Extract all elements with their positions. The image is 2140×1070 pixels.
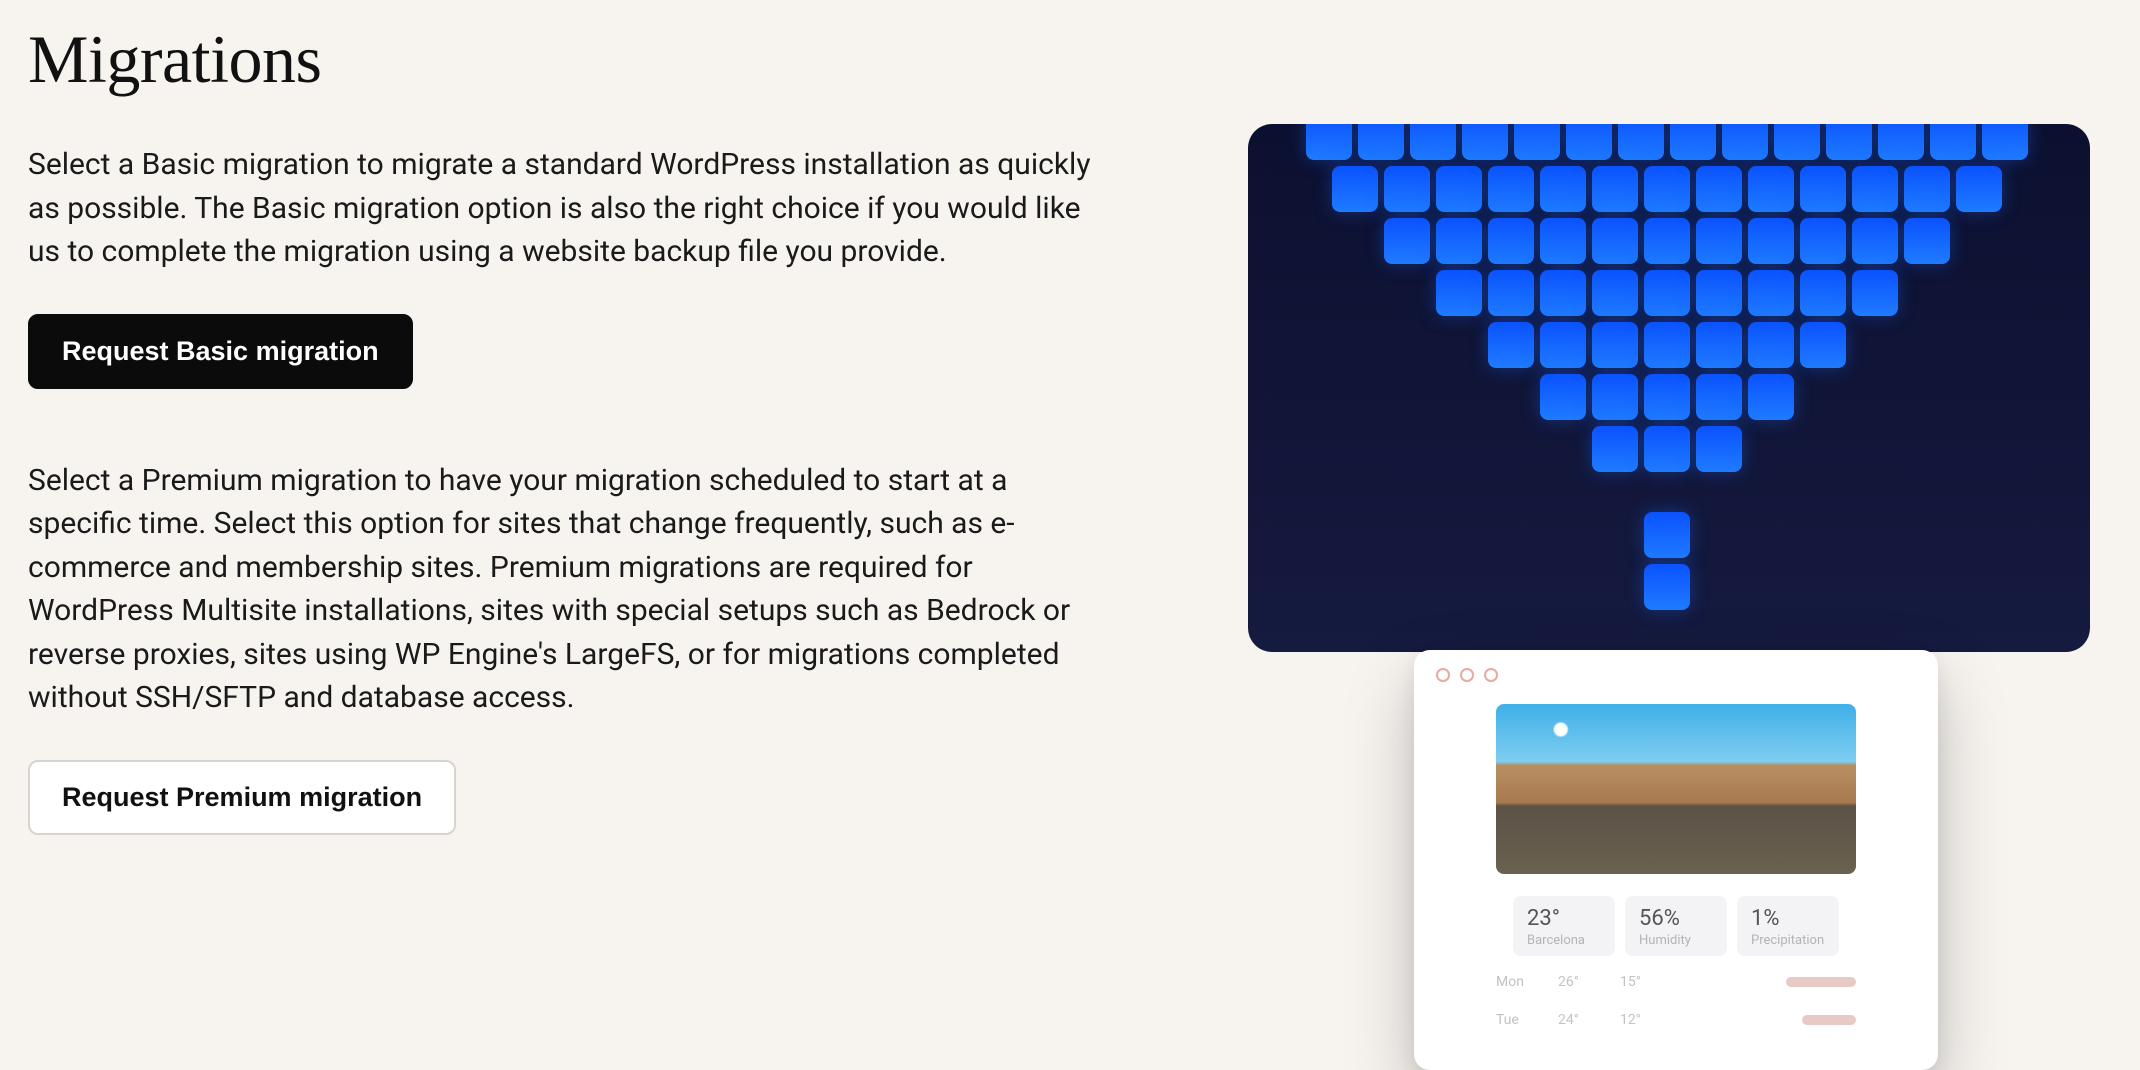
page-title: Migrations [28, 20, 1148, 99]
stat-precipitation: 1% Precipitation [1737, 896, 1839, 956]
basic-migration-description: Select a Basic migration to migrate a st… [28, 143, 1118, 274]
weather-widget-card: 23° Barcelona 56% Humidity 1% Precipitat… [1414, 650, 1938, 1070]
stat-temperature: 23° Barcelona [1513, 896, 1615, 956]
window-dot-icon [1436, 668, 1450, 682]
forecast-row: Tue 24° 12° [1436, 1008, 1916, 1032]
request-premium-migration-button[interactable]: Request Premium migration [28, 760, 456, 835]
window-dot-icon [1484, 668, 1498, 682]
window-dot-icon [1460, 668, 1474, 682]
window-controls [1436, 668, 1916, 682]
stat-humidity: 56% Humidity [1625, 896, 1727, 956]
premium-migration-description: Select a Premium migration to have your … [28, 459, 1118, 720]
forecast-row: Mon 26° 15° [1436, 970, 1916, 994]
widget-hero-image [1496, 704, 1856, 874]
skeleton-placeholder [1802, 1015, 1856, 1025]
request-basic-migration-button[interactable]: Request Basic migration [28, 314, 413, 389]
hero-illustration: 23° Barcelona 56% Humidity 1% Precipitat… [1248, 124, 2098, 835]
skeleton-placeholder [1786, 977, 1856, 987]
